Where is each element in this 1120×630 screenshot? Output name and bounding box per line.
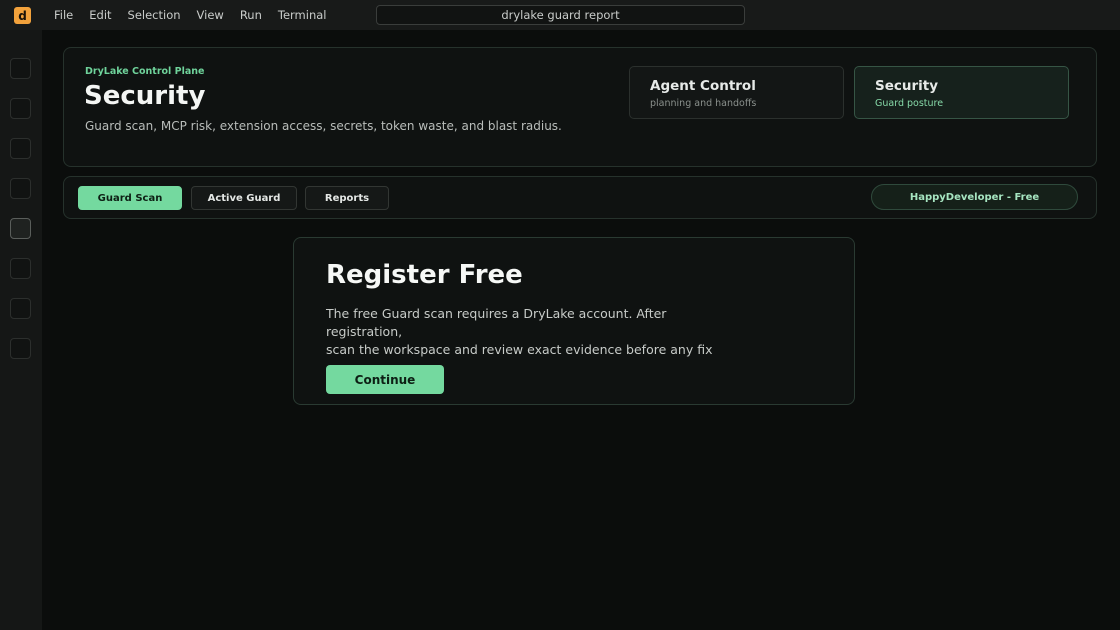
register-card: Register Free The free Guard scan requir…: [293, 237, 855, 405]
continue-button[interactable]: Continue: [326, 365, 444, 394]
activity-button-2[interactable]: [10, 98, 31, 119]
menu-file[interactable]: File: [54, 8, 73, 22]
command-search-input[interactable]: drylake guard report: [376, 5, 745, 25]
menu-terminal[interactable]: Terminal: [278, 8, 327, 22]
page-title: Security: [84, 81, 206, 111]
mode-card-subtitle: planning and handoffs: [650, 98, 757, 109]
register-description-line: scan the workspace and review exact evid…: [326, 342, 713, 357]
activity-button-7[interactable]: [10, 298, 31, 319]
tab-bar: Guard Scan Active Guard Reports HappyDev…: [63, 176, 1097, 219]
activity-button-5[interactable]: [10, 218, 31, 239]
menu-view[interactable]: View: [197, 8, 224, 22]
activity-button-6[interactable]: [10, 258, 31, 279]
activity-button-8[interactable]: [10, 338, 31, 359]
tab-guard-scan[interactable]: Guard Scan: [78, 186, 182, 210]
menu-bar: File Edit Selection View Run Terminal: [54, 0, 343, 30]
menu-run[interactable]: Run: [240, 8, 262, 22]
register-title: Register Free: [326, 260, 523, 290]
menu-edit[interactable]: Edit: [89, 8, 111, 22]
app-logo: d: [14, 7, 31, 24]
account-badge[interactable]: HappyDeveloper - Free: [871, 184, 1078, 210]
mode-card-subtitle: Guard posture: [875, 98, 944, 109]
menu-selection[interactable]: Selection: [128, 8, 181, 22]
header-card: DryLake Control Plane Security Guard sca…: [63, 47, 1097, 167]
page-subtitle: Guard scan, MCP risk, extension access, …: [85, 119, 562, 133]
title-bar: d File Edit Selection View Run Terminal …: [0, 0, 1120, 30]
mode-card-agent-control[interactable]: Agent Control planning and handoffs: [629, 66, 844, 119]
tab-active-guard[interactable]: Active Guard: [191, 186, 297, 210]
mode-card-title: Security: [875, 78, 939, 94]
eyebrow-label: DryLake Control Plane: [85, 66, 205, 77]
tab-reports[interactable]: Reports: [305, 186, 389, 210]
activity-button-3[interactable]: [10, 138, 31, 159]
activity-bar: [0, 30, 42, 630]
mode-card-security[interactable]: Security Guard posture: [854, 66, 1069, 119]
activity-button-1[interactable]: [10, 58, 31, 79]
activity-button-4[interactable]: [10, 178, 31, 199]
mode-card-title: Agent Control: [650, 78, 756, 94]
register-description: The free Guard scan requires a DryLake a…: [326, 305, 746, 359]
register-description-line: The free Guard scan requires a DryLake a…: [326, 306, 667, 339]
